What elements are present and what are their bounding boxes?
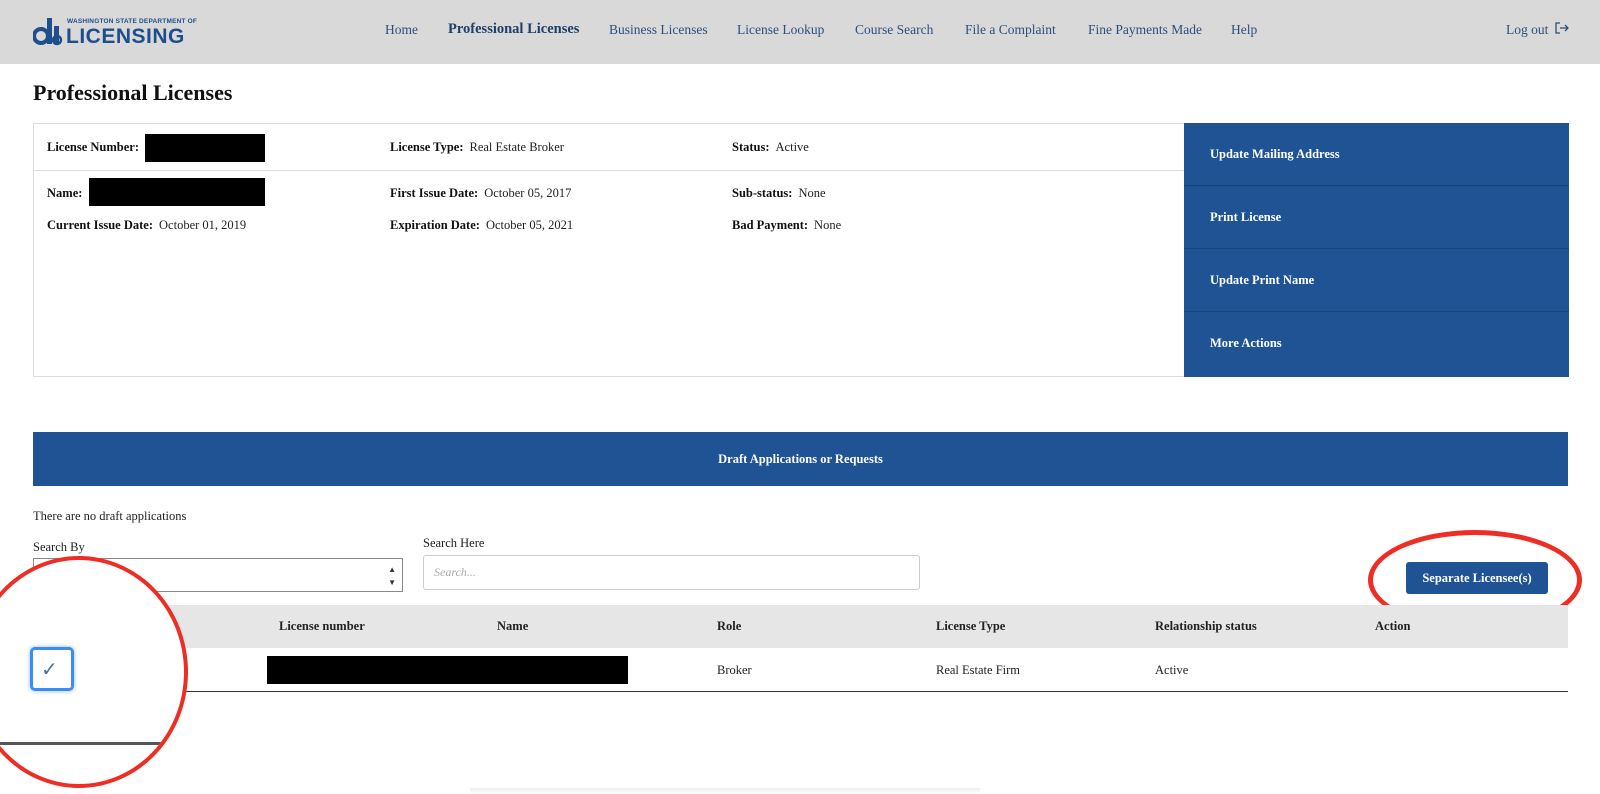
expiration-value: October 05, 2021: [485, 218, 574, 232]
column-license-type: License Type: [936, 619, 1006, 633]
logout-label: Log out: [1506, 22, 1549, 37]
draft-applications-header[interactable]: Draft Applications or Requests: [33, 432, 1568, 486]
current-issue-label: Current Issue Date:: [47, 218, 154, 232]
name-field: Name:: [47, 186, 88, 201]
top-navigation-bar: WASHINGTON STATE DEPARTMENT OF LICENSING…: [0, 0, 1600, 64]
license-type-label: License Type:: [390, 140, 464, 154]
column-relationship-status: Relationship status: [1155, 619, 1257, 633]
column-role: Role: [717, 619, 742, 633]
column-name: Name: [497, 619, 529, 633]
update-mailing-address-button[interactable]: Update Mailing Address: [1184, 123, 1569, 186]
dol-logo[interactable]: WASHINGTON STATE DEPARTMENT OF LICENSING: [33, 14, 197, 48]
column-license-number: License number: [279, 619, 365, 633]
cell-role: Broker: [717, 663, 752, 677]
current-issue-field: Current Issue Date: October 01, 2019: [47, 218, 246, 233]
license-type-value: Real Estate Broker: [469, 140, 564, 154]
nav-help[interactable]: Help: [1231, 22, 1257, 38]
bad-payment-label: Bad Payment:: [732, 218, 809, 232]
logout-link[interactable]: Log out: [1506, 22, 1569, 38]
cell-license-type: Real Estate Firm: [936, 663, 1021, 677]
nav-business-licenses[interactable]: Business Licenses: [609, 22, 708, 38]
nav-license-lookup[interactable]: License Lookup: [737, 22, 824, 38]
substatus-value: None: [798, 186, 826, 200]
redacted-license-and-name: [267, 656, 628, 684]
search-by-label: Search By: [33, 540, 85, 554]
logo-title: LICENSING: [66, 25, 185, 48]
table-row[interactable]: Broker Real Estate Firm Active: [33, 648, 1568, 692]
nav-fine-payments-made[interactable]: Fine Payments Made: [1088, 22, 1202, 38]
current-issue-value: October 01, 2019: [159, 218, 247, 232]
print-license-button[interactable]: Print License: [1184, 186, 1569, 249]
search-here-label: Search Here: [423, 536, 485, 550]
row-select-checkbox[interactable]: ✓: [30, 647, 74, 691]
redacted-license-number: [145, 134, 265, 162]
info-divider: [34, 170, 1184, 171]
first-issue-field: First Issue Date: October 05, 2017: [390, 186, 571, 201]
more-actions-button[interactable]: More Actions: [1184, 312, 1569, 374]
license-type-field: License Type: Real Estate Broker: [390, 140, 564, 155]
select-spinner-icon: ▲ ▼: [388, 565, 396, 587]
license-info-card: License Number: License Type: Real Estate…: [33, 123, 1569, 377]
nav-file-a-complaint[interactable]: File a Complaint: [965, 22, 1056, 38]
logout-icon: [1555, 22, 1569, 34]
bad-payment-value: None: [814, 218, 842, 232]
first-issue-value: October 05, 2017: [484, 186, 572, 200]
expiration-label: Expiration Date:: [390, 218, 480, 232]
column-action: Action: [1375, 619, 1411, 633]
nav-professional-licenses[interactable]: Professional Licenses: [448, 21, 579, 38]
page-title: Professional Licenses: [33, 80, 233, 105]
cell-relationship-status: Active: [1155, 663, 1189, 677]
bad-payment-field: Bad Payment: None: [732, 218, 841, 233]
first-issue-label: First Issue Date:: [390, 186, 479, 200]
status-field: Status: Active: [732, 140, 809, 155]
dol-logo-icon: [33, 18, 63, 46]
license-number-field: License Number:: [47, 140, 145, 155]
bottom-shadow: [470, 788, 980, 794]
substatus-label: Sub-status:: [732, 186, 793, 200]
status-value: Active: [775, 140, 809, 154]
license-actions-panel: Update Mailing Address Print License Upd…: [1184, 123, 1569, 377]
no-drafts-message: There are no draft applications: [33, 509, 187, 523]
expiration-field: Expiration Date: October 05, 2021: [390, 218, 573, 233]
checkmark-icon: ✓: [41, 657, 58, 681]
update-print-name-button[interactable]: Update Print Name: [1184, 249, 1569, 312]
zoom-divider: [0, 742, 174, 745]
status-label: Status:: [732, 140, 770, 154]
name-label: Name:: [47, 186, 83, 200]
redacted-name: [89, 178, 265, 206]
nav-course-search[interactable]: Course Search: [855, 22, 933, 38]
table-header: License number Name Role License Type Re…: [33, 605, 1568, 648]
license-number-label: License Number:: [47, 140, 139, 154]
nav-home[interactable]: Home: [385, 22, 418, 38]
search-input[interactable]: [423, 555, 920, 590]
logo-subtitle: WASHINGTON STATE DEPARTMENT OF: [67, 18, 198, 25]
substatus-field: Sub-status: None: [732, 186, 826, 201]
